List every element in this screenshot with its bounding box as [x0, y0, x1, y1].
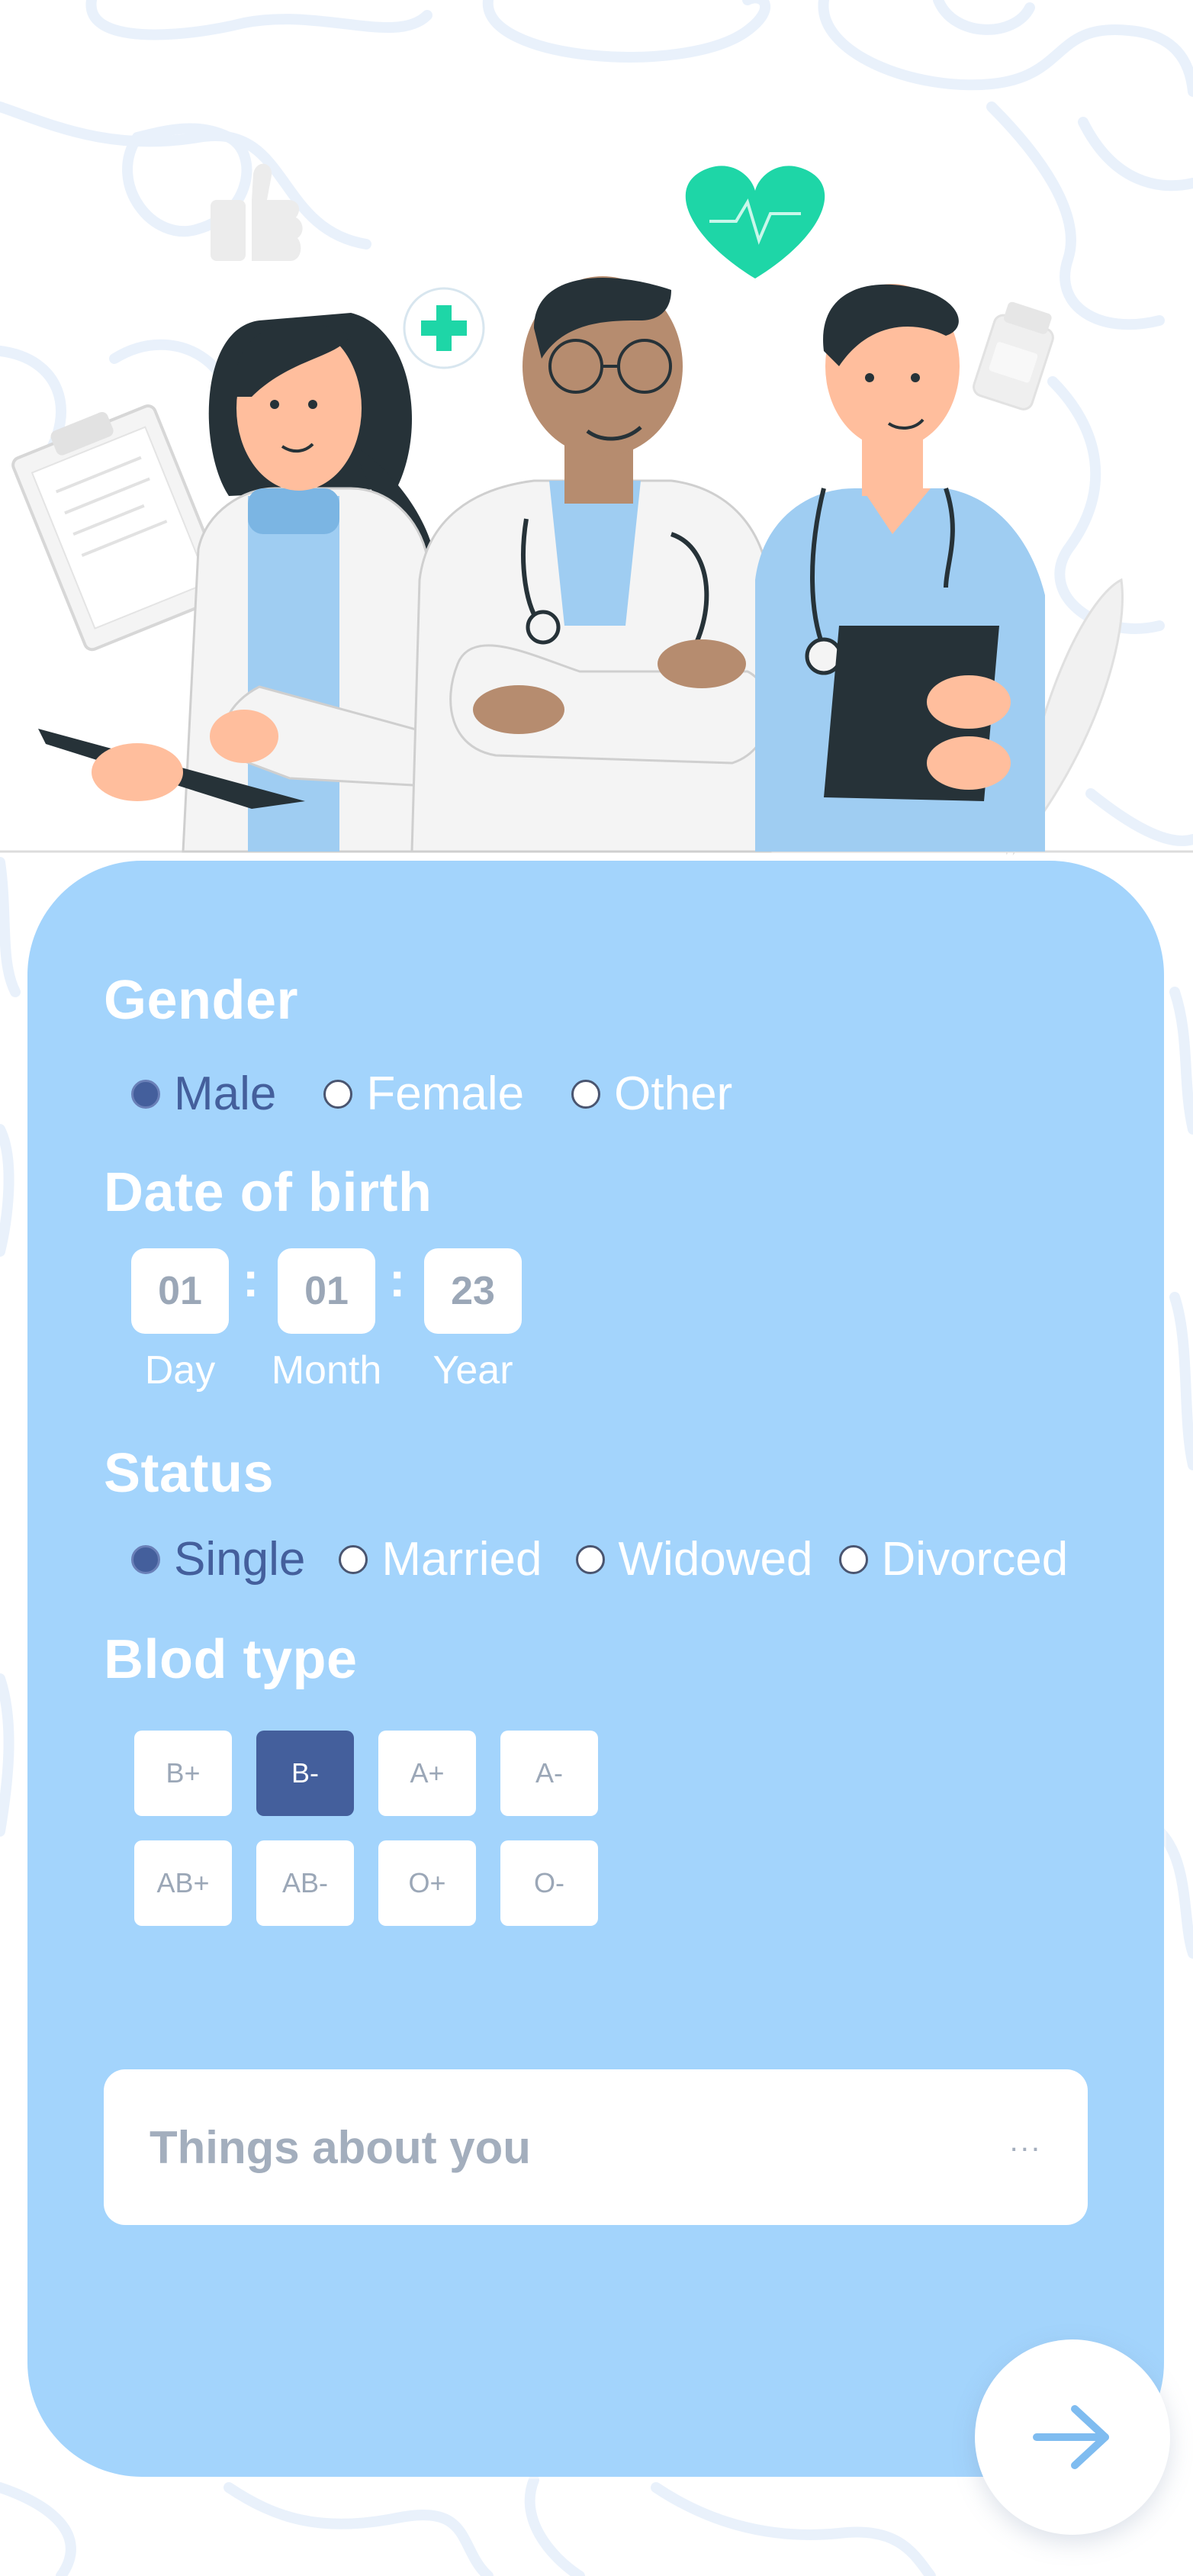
radio-label: Male: [174, 1067, 277, 1120]
about-you-input[interactable]: Things about you ...: [104, 2069, 1088, 2225]
dob-month-input[interactable]: 01: [278, 1248, 375, 1334]
radio-label: Single: [174, 1533, 306, 1586]
radio-selected-icon: [131, 1544, 160, 1574]
blood-option-a-plus[interactable]: A+: [378, 1731, 476, 1816]
radio-label: Other: [614, 1067, 733, 1120]
status-option-married[interactable]: Married: [339, 1532, 542, 1586]
dob-day-input[interactable]: 01: [131, 1248, 229, 1334]
gender-options: Male Female Other: [131, 1067, 780, 1121]
gender-option-female[interactable]: Female: [323, 1067, 524, 1121]
thumbs-up-icon: [211, 163, 303, 261]
dob-year-label: Year: [433, 1348, 513, 1393]
radio-selected-icon: [131, 1079, 160, 1109]
doctors-illustration: [0, 163, 1193, 856]
status-option-widowed[interactable]: Widowed: [575, 1532, 813, 1586]
radio-icon: [339, 1544, 368, 1574]
dob-year-input[interactable]: 23: [424, 1248, 522, 1334]
status-option-single[interactable]: Single: [131, 1532, 305, 1586]
radio-label: Female: [366, 1067, 525, 1120]
blood-type-title: Blod type: [104, 1629, 358, 1690]
radio-label: Widowed: [618, 1533, 813, 1586]
blood-option-b-plus[interactable]: B+: [134, 1731, 232, 1816]
gender-title: Gender: [104, 970, 299, 1031]
radio-icon: [571, 1079, 601, 1109]
radio-icon: [838, 1544, 868, 1574]
blood-option-o-plus[interactable]: O+: [378, 1840, 476, 1926]
blood-option-b-minus[interactable]: B-: [256, 1731, 354, 1816]
dob-month-label: Month: [271, 1348, 382, 1393]
arrow-right-icon: [1033, 2405, 1109, 2469]
blood-option-ab-plus[interactable]: AB+: [134, 1840, 232, 1926]
gender-option-male[interactable]: Male: [131, 1067, 276, 1121]
pill-bottle-icon: [973, 301, 1054, 411]
more-dots-icon[interactable]: ...: [1010, 2124, 1042, 2159]
radio-icon: [323, 1079, 353, 1109]
dob-title: Date of birth: [104, 1162, 433, 1223]
radio-icon: [575, 1544, 605, 1574]
medical-plus-icon: [403, 287, 485, 369]
radio-label: Married: [381, 1533, 542, 1586]
blood-option-a-minus[interactable]: A-: [500, 1731, 598, 1816]
gender-option-other[interactable]: Other: [571, 1067, 732, 1121]
blood-option-ab-minus[interactable]: AB-: [256, 1840, 354, 1926]
status-options: Single Married Widowed Divorced: [131, 1532, 1068, 1586]
next-button[interactable]: [975, 2339, 1170, 2535]
heart-pulse-icon: [685, 166, 825, 279]
about-you-placeholder: Things about you: [150, 2121, 531, 2173]
dob-separator: :: [243, 1252, 259, 1307]
blood-option-o-minus[interactable]: O-: [500, 1840, 598, 1926]
radio-label: Divorced: [881, 1533, 1069, 1586]
status-option-divorced[interactable]: Divorced: [838, 1532, 1069, 1586]
dob-separator: :: [389, 1252, 406, 1307]
dob-day-label: Day: [144, 1348, 216, 1393]
status-title: Status: [104, 1443, 275, 1504]
